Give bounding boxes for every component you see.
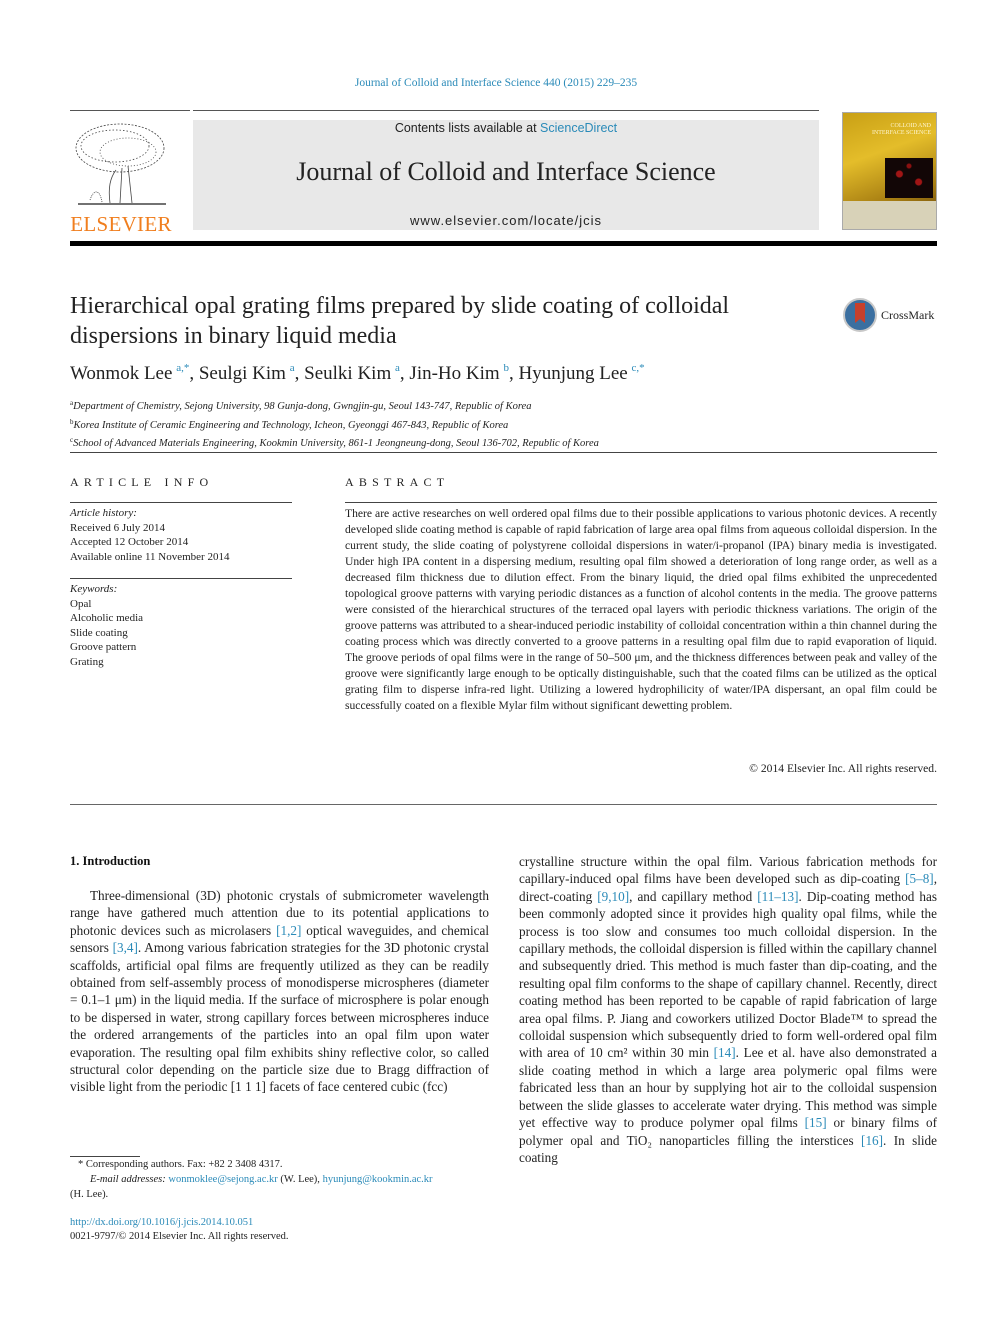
body-column-right: crystalline structure within the opal fi… xyxy=(519,853,937,1166)
keyword: Slide coating xyxy=(70,626,128,639)
author-separator: , xyxy=(399,363,410,384)
issn-copyright: 0021-9797/© 2014 Elsevier Inc. All right… xyxy=(70,1231,289,1242)
reference-link[interactable]: [5–8] xyxy=(905,871,934,886)
introduction-heading: 1. Introduction xyxy=(70,854,151,868)
keywords-label: Keywords: xyxy=(70,583,118,595)
author-affiliation-mark[interactable]: c,* xyxy=(632,362,645,374)
journal-citation-link[interactable]: Journal of Colloid and Interface Science… xyxy=(0,77,992,89)
article-title: Hierarchical opal grating films prepared… xyxy=(70,293,730,349)
body-divider xyxy=(70,804,937,805)
affiliation-text: School of Advanced Materials Engineering… xyxy=(73,438,599,449)
abstract-body: There are active researches on well orde… xyxy=(345,507,937,712)
keyword: Grating xyxy=(70,655,104,668)
author-affiliation-mark[interactable]: a,* xyxy=(176,362,189,374)
email-link-hlee[interactable]: hyunjung@kookmin.ac.kr xyxy=(323,1174,433,1185)
header-divider-left xyxy=(70,110,190,111)
body-text: . Dip-coating method has been commonly a… xyxy=(519,888,938,1061)
keyword: Alcoholic media xyxy=(70,612,144,624)
reference-link[interactable]: [15] xyxy=(805,1115,827,1130)
body-text: . Among various fabrication strategies f… xyxy=(70,940,489,1095)
journal-cover-thumbnail[interactable]: COLLOID AND INTERFACE SCIENCE xyxy=(842,112,937,230)
email-owner-hlee: (H. Lee). xyxy=(70,1189,109,1200)
reference-link[interactable]: [3,4] xyxy=(113,940,138,955)
email-label: E-mail addresses: xyxy=(90,1174,169,1185)
cover-footer xyxy=(843,201,936,229)
abstract-copyright: © 2014 Elsevier Inc. All rights reserved… xyxy=(749,762,937,775)
journal-name: Journal of Colloid and Interface Science xyxy=(296,157,716,186)
history-label: Article history: xyxy=(70,507,137,519)
article-history: Article history: Received 6 July 2014 Ac… xyxy=(70,506,292,564)
contents-prefix: Contents lists available at xyxy=(394,121,541,135)
corresponding-author-note: * Corresponding authors. Fax: +82 2 3408… xyxy=(78,1159,283,1170)
email-note: E-mail addresses: wonmoklee@sejong.ac.kr… xyxy=(70,1172,489,1187)
reference-link[interactable]: [11–13] xyxy=(757,889,798,904)
history-accepted: Accepted 12 October 2014 xyxy=(70,536,189,548)
author-name[interactable]: Hyunjung Lee xyxy=(518,363,631,384)
affiliation-text: Department of Chemistry, Sejong Universi… xyxy=(73,401,532,412)
affiliation: bKorea Institute of Ceramic Engineering … xyxy=(70,415,870,434)
header-divider xyxy=(193,110,819,111)
cover-title: COLLOID AND INTERFACE SCIENCE xyxy=(871,123,931,136)
abstract-heading: ABSTRACT xyxy=(345,475,450,489)
keyword: Opal xyxy=(70,597,92,610)
doi-link[interactable]: http://dx.doi.org/10.1016/j.jcis.2014.10… xyxy=(70,1217,253,1228)
affiliation-text: Korea Institute of Ceramic Engineering a… xyxy=(73,419,509,431)
keywords-divider xyxy=(70,578,292,579)
cover-image xyxy=(885,158,933,198)
affiliation: cSchool of Advanced Materials Engineerin… xyxy=(70,433,870,452)
author-list: Wonmok Lee a,*, Seulgi Kim a, Seulki Kim… xyxy=(70,362,870,385)
reference-link[interactable]: [16] xyxy=(861,1133,883,1148)
journal-homepage-link[interactable]: www.elsevier.com/locate/jcis xyxy=(193,213,819,228)
affiliation: aDepartment of Chemistry, Sejong Univers… xyxy=(70,396,870,415)
author-name[interactable]: Seulgi Kim xyxy=(199,363,290,384)
email-owner-wlee: (W. Lee), xyxy=(277,1174,323,1185)
reference-link[interactable]: [9,10] xyxy=(597,889,629,904)
reference-link[interactable]: [14] xyxy=(714,1045,736,1060)
author-name[interactable]: Seulki Kim xyxy=(304,363,395,384)
history-received: Received 6 July 2014 xyxy=(70,521,166,534)
email-link-wlee[interactable]: wonmoklee@sejong.ac.kr xyxy=(168,1174,277,1185)
contents-availability-line: Contents lists available at ScienceDirec… xyxy=(193,121,819,135)
body-column-left: Three-dimensional (3D) photonic crystals… xyxy=(70,887,489,1096)
keywords-list: Keywords: Opal Alcoholic media Slide coa… xyxy=(70,582,292,669)
elsevier-wordmark[interactable]: ELSEVIER xyxy=(70,212,172,237)
reference-link[interactable]: [1,2] xyxy=(276,923,301,938)
keyword: Groove pattern xyxy=(70,641,137,653)
affiliation-list: aDepartment of Chemistry, Sejong Univers… xyxy=(70,396,870,452)
header-thick-divider xyxy=(70,241,937,246)
sciencedirect-link[interactable]: ScienceDirect xyxy=(540,121,617,135)
section-divider xyxy=(70,452,937,453)
article-info-heading: ARTICLE INFO xyxy=(70,475,214,489)
footnotes: * Corresponding authors. Fax: +82 2 3408… xyxy=(70,1157,489,1202)
body-text: , and capillary method xyxy=(629,888,758,904)
crossmark-button[interactable]: CrossMark xyxy=(843,296,943,332)
history-online: Available online 11 November 2014 xyxy=(70,550,230,563)
abstract-divider xyxy=(345,502,937,503)
article-info-divider xyxy=(70,502,292,503)
author-name[interactable]: Wonmok Lee xyxy=(70,363,176,384)
crossmark-icon xyxy=(843,298,877,332)
author-name[interactable]: Jin-Ho Kim xyxy=(409,363,503,384)
body-text: crystalline structure within the opal fi… xyxy=(519,854,937,887)
author-separator: , xyxy=(189,363,199,384)
author-separator: , xyxy=(294,363,305,384)
crossmark-label: CrossMark xyxy=(881,308,935,322)
